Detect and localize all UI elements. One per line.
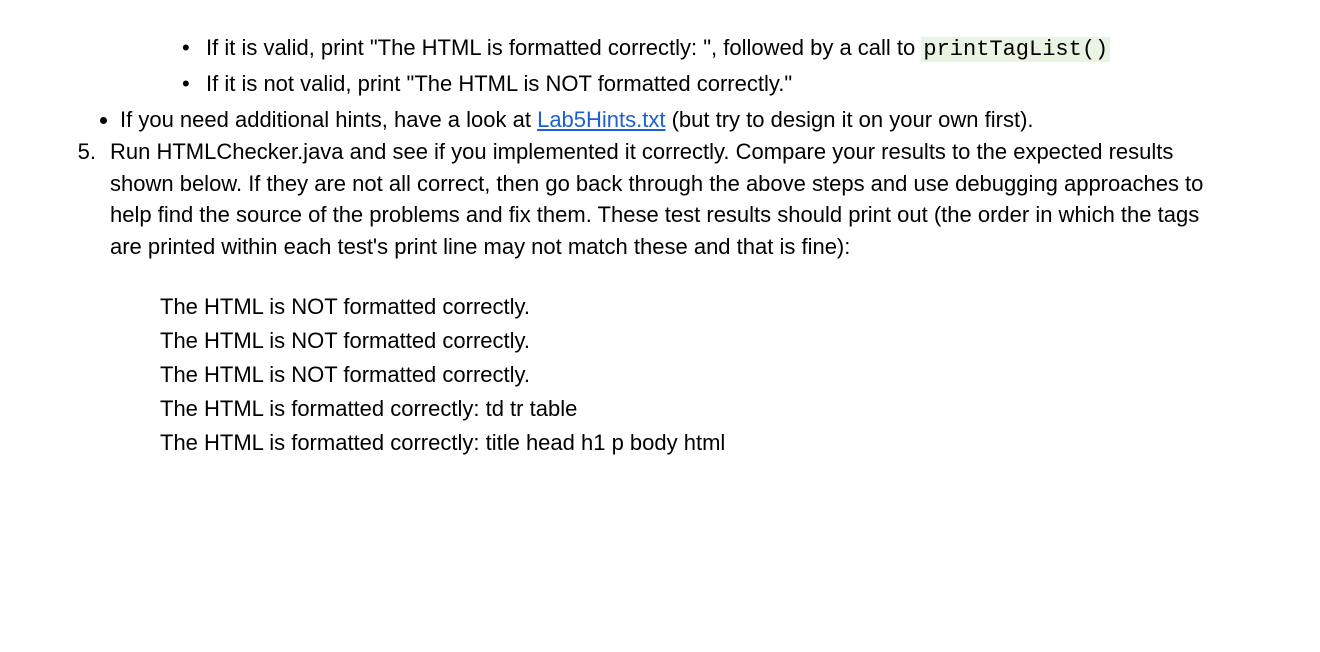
step-5: 5. Run HTMLChecker.java and see if you i… <box>60 136 1230 459</box>
code-snippet: printTagList() <box>921 37 1110 62</box>
document-page: If it is valid, print "The HTML is forma… <box>0 0 1320 459</box>
list-item: If you need additional hints, have a loo… <box>120 104 1230 136</box>
bullet-text: If it is not valid, print "The HTML is N… <box>206 71 792 96</box>
bullet-text-pre: If you need additional hints, have a loo… <box>120 107 537 132</box>
result-line: The HTML is NOT formatted correctly. <box>160 291 1230 323</box>
result-line: The HTML is NOT formatted correctly. <box>160 325 1230 357</box>
outer-bullet-list: If you need additional hints, have a loo… <box>60 104 1230 136</box>
inner-bullet-list: If it is valid, print "The HTML is forma… <box>60 32 1230 100</box>
list-item: If it is valid, print "The HTML is forma… <box>206 32 1230 66</box>
result-line: The HTML is NOT formatted correctly. <box>160 359 1230 391</box>
result-line: The HTML is formatted correctly: td tr t… <box>160 393 1230 425</box>
step-number: 5. <box>60 136 96 168</box>
bullet-text-post: (but try to design it on your own first)… <box>665 107 1033 132</box>
step-text: Run HTMLChecker.java and see if you impl… <box>110 139 1203 260</box>
result-line: The HTML is formatted correctly: title h… <box>160 427 1230 459</box>
list-item: If it is not valid, print "The HTML is N… <box>206 68 1230 100</box>
expected-results: The HTML is NOT formatted correctly. The… <box>110 291 1230 458</box>
bullet-text: If it is valid, print "The HTML is forma… <box>206 35 921 60</box>
numbered-list: 5. Run HTMLChecker.java and see if you i… <box>60 136 1230 459</box>
hints-link[interactable]: Lab5Hints.txt <box>537 107 665 132</box>
